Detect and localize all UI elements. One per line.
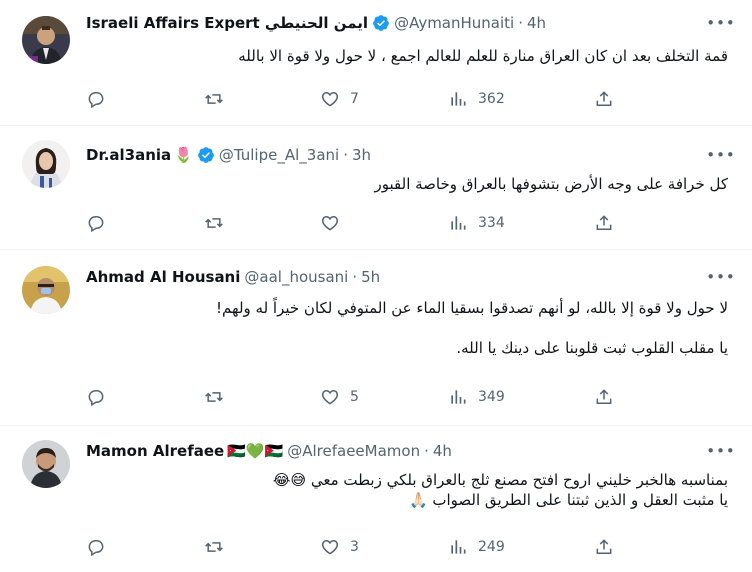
name-emoji: 🌷: [174, 146, 193, 164]
author-handle[interactable]: @AlrefaeeMamon: [287, 442, 420, 460]
timestamp[interactable]: 4h: [433, 442, 452, 460]
share-button[interactable]: [594, 536, 614, 558]
reply-button[interactable]: [86, 386, 116, 408]
avatar[interactable]: [22, 140, 70, 188]
analytics-icon: [451, 216, 466, 230]
author-handle[interactable]: @AymanHunaiti: [394, 14, 514, 32]
tweet-text-line: يا مقلب القلوب ثبت قلوبنا على دينك يا ال…: [456, 339, 728, 357]
like-button[interactable]: 3: [320, 536, 359, 558]
share-icon: [596, 91, 612, 106]
author-name[interactable]: Mamon Alrefaee: [86, 442, 224, 460]
reply-icon: [88, 390, 104, 407]
avatar[interactable]: [22, 16, 70, 64]
retweet-icon: [205, 218, 223, 228]
views-button[interactable]: 349: [448, 386, 505, 408]
reply-button[interactable]: [86, 536, 116, 558]
author-handle[interactable]: @Tulipe_Al_3ani: [219, 146, 339, 164]
timestamp[interactable]: 3h: [352, 146, 371, 164]
more-options-icon[interactable]: •••: [706, 144, 735, 166]
author-name[interactable]: Dr.al3ania: [86, 146, 171, 164]
analytics-icon: [451, 540, 466, 554]
heart-icon: [321, 215, 339, 231]
views-button[interactable]: 334: [448, 212, 505, 234]
reply-button[interactable]: [86, 88, 116, 110]
reply-icon: [88, 216, 104, 233]
tweet[interactable]: Dr.al3ania 🌷 @Tulipe_Al_3ani · 3h ••• كل…: [0, 126, 752, 250]
timestamp[interactable]: 5h: [361, 268, 380, 286]
name-emoji: 🇯🇴💚🇯🇴: [227, 442, 284, 460]
tweet[interactable]: Ahmad Al Housani @aal_housani · 5h ••• ل…: [0, 250, 752, 426]
like-button[interactable]: 7: [320, 88, 359, 110]
share-button[interactable]: [594, 212, 614, 234]
views-button[interactable]: 249: [448, 536, 505, 558]
views-button[interactable]: 362: [448, 88, 505, 110]
view-count: 362: [478, 91, 505, 107]
tweet-text-line: يا مثبت العقل و الذين ثبتنا على الطريق ا…: [408, 491, 728, 509]
retweet-button[interactable]: [204, 536, 234, 558]
share-icon: [596, 389, 612, 404]
separator-dot: ·: [343, 146, 348, 164]
retweet-button[interactable]: [204, 386, 234, 408]
avatar[interactable]: [22, 266, 70, 314]
view-count: 334: [478, 215, 505, 231]
separator-dot: ·: [424, 442, 429, 460]
reply-icon: [88, 540, 104, 557]
retweet-button[interactable]: [204, 212, 234, 234]
timestamp[interactable]: 4h: [527, 14, 546, 32]
like-button[interactable]: 5: [320, 386, 359, 408]
view-count: 249: [478, 539, 505, 555]
retweet-icon: [205, 94, 223, 104]
tweet-text-line: لا حول ولا قوة إلا بالله، لو أنهم تصدقوا…: [216, 299, 728, 317]
share-button[interactable]: [594, 88, 614, 110]
tweet-text-line: بمناسبه هالخبر خليني اروح افتح مصنع ثلج …: [272, 471, 728, 489]
like-count: 5: [350, 389, 359, 405]
retweet-button[interactable]: [204, 88, 234, 110]
reply-icon: [88, 92, 104, 109]
verified-badge-icon: [197, 146, 215, 164]
heart-icon: [321, 389, 339, 405]
more-options-icon[interactable]: •••: [706, 12, 735, 34]
heart-icon: [321, 91, 339, 107]
tweet-text: قمة التخلف بعد ان كان العراق منارة للعلم…: [238, 47, 728, 65]
like-count: 3: [350, 539, 359, 555]
tweet[interactable]: Israeli Affairs Expert ايمن الحنيطي @Aym…: [0, 0, 752, 126]
author-handle[interactable]: @aal_housani: [244, 268, 348, 286]
like-count: 7: [350, 91, 359, 107]
analytics-icon: [451, 390, 466, 404]
author-name[interactable]: Israeli Affairs Expert ايمن الحنيطي: [86, 14, 368, 32]
more-options-icon[interactable]: •••: [706, 440, 735, 462]
tweet-text: كل خرافة على وجه الأرض بتشوفها بالعراق و…: [374, 175, 728, 193]
view-count: 349: [478, 389, 505, 405]
like-button[interactable]: [320, 212, 350, 234]
more-options-icon[interactable]: •••: [706, 266, 735, 288]
retweet-icon: [205, 392, 223, 402]
analytics-icon: [451, 92, 466, 106]
share-icon: [596, 539, 612, 554]
share-icon: [596, 215, 612, 230]
separator-dot: ·: [352, 268, 358, 286]
separator-dot: ·: [518, 14, 523, 32]
share-button[interactable]: [594, 386, 614, 408]
heart-icon: [321, 539, 339, 555]
retweet-icon: [205, 542, 223, 552]
author-name[interactable]: Ahmad Al Housani: [86, 268, 240, 286]
tweet[interactable]: Mamon Alrefaee 🇯🇴💚🇯🇴 @AlrefaeeMamon · 4h…: [0, 426, 752, 572]
avatar[interactable]: [22, 440, 70, 488]
verified-badge-icon: [372, 14, 390, 32]
reply-button[interactable]: [86, 212, 116, 234]
